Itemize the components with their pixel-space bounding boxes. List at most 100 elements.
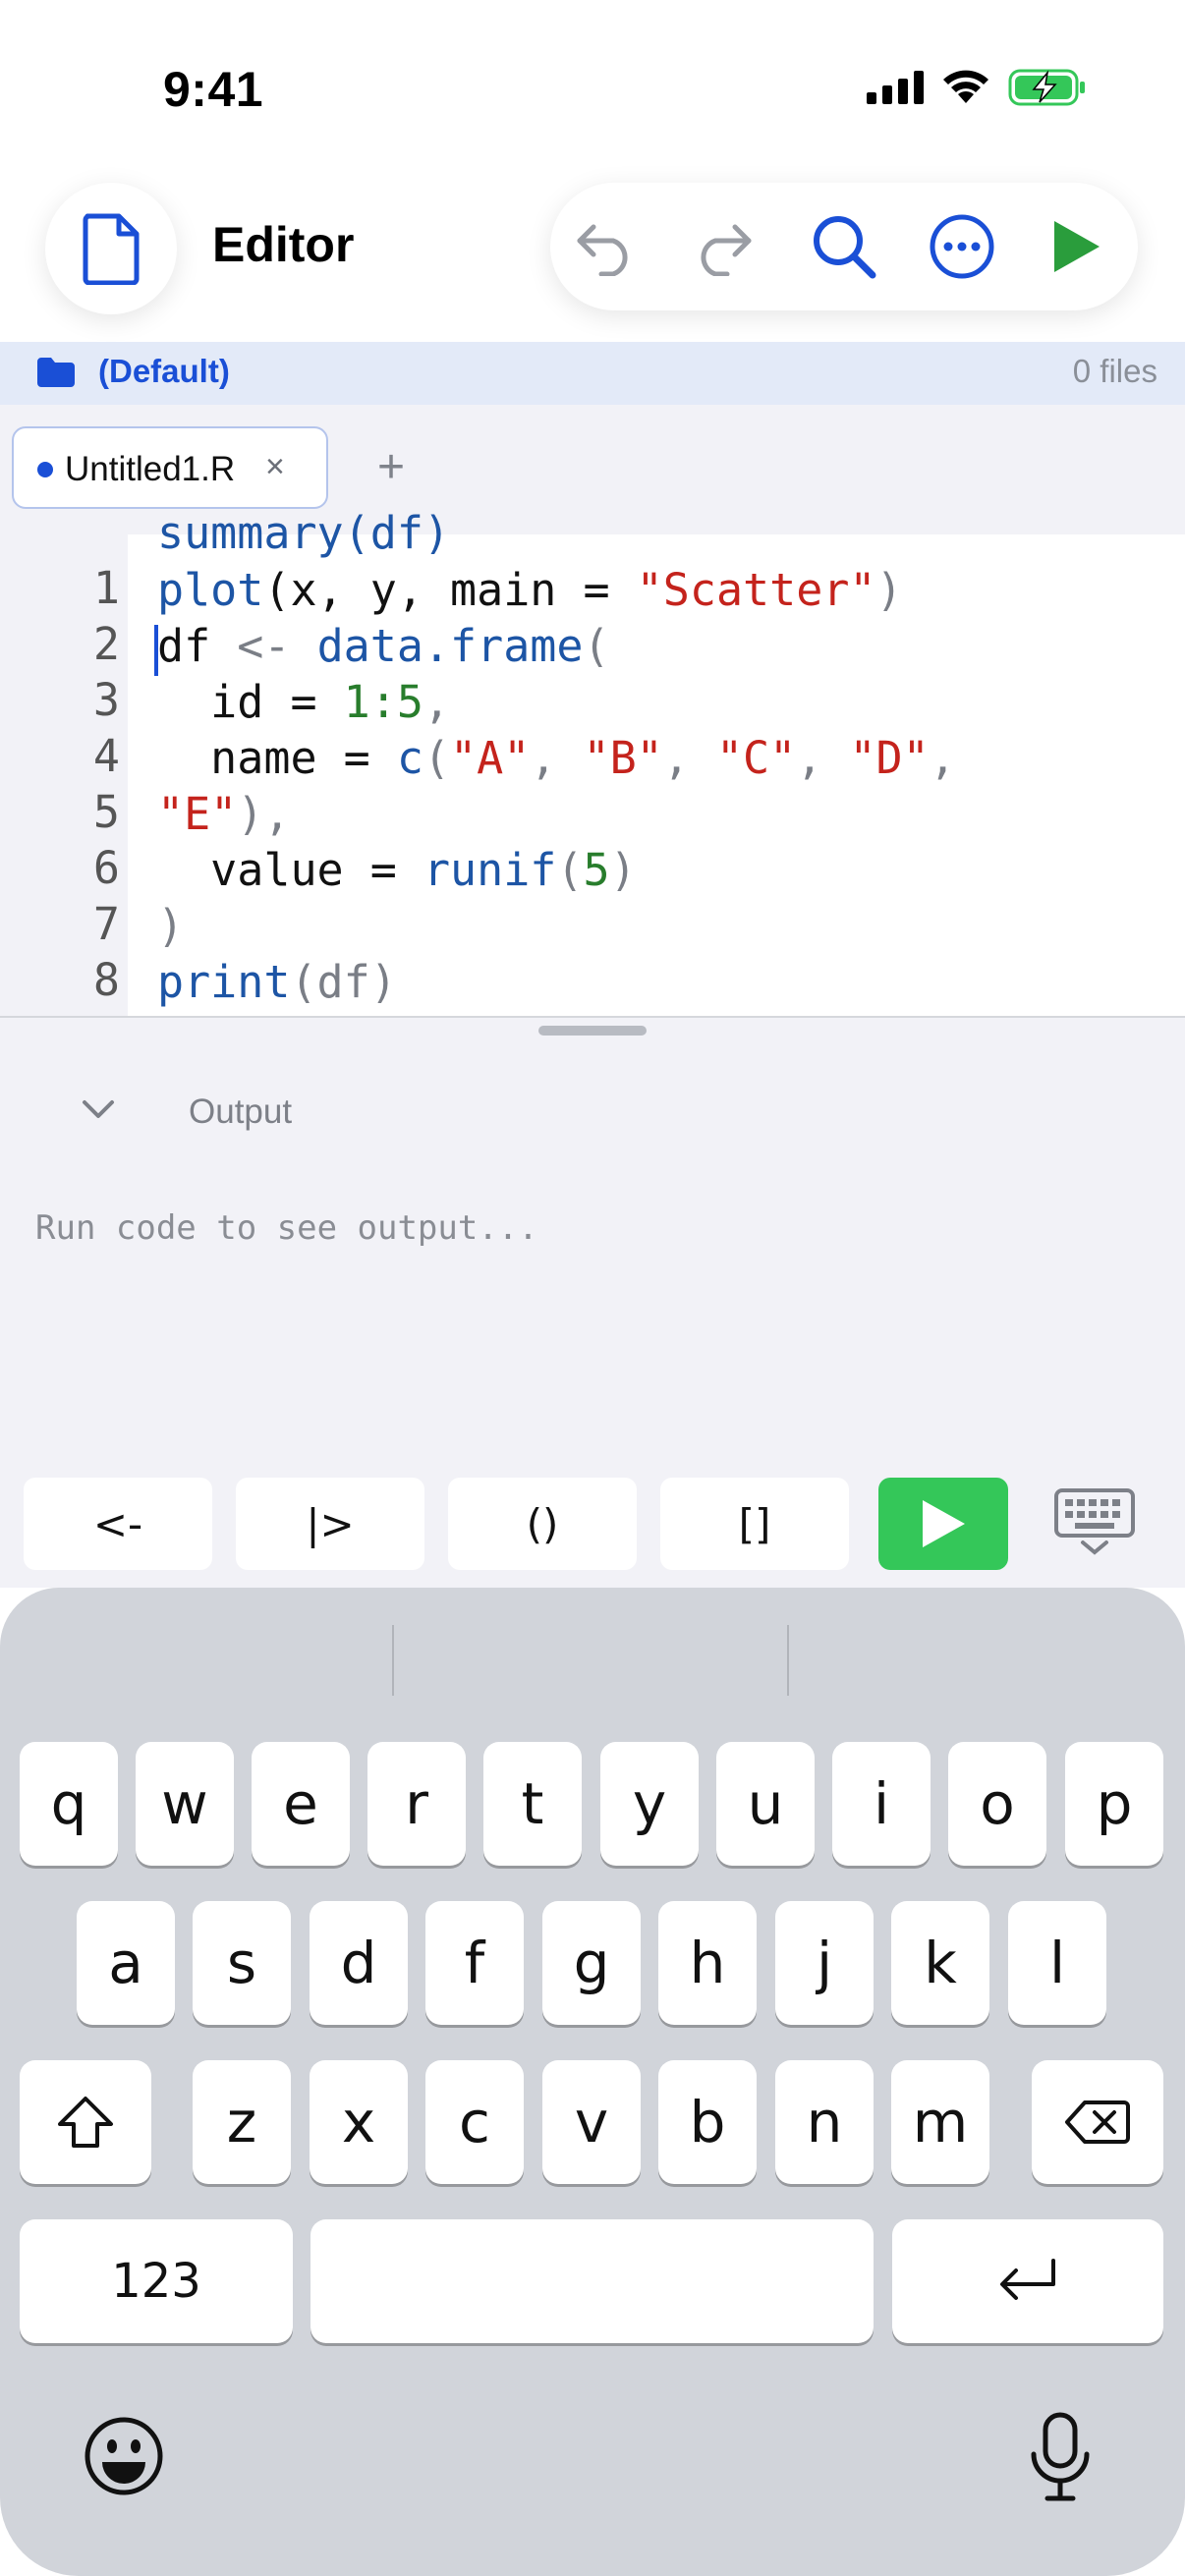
key-u[interactable]: u <box>716 1742 815 1866</box>
wifi-icon <box>943 70 988 103</box>
key-b[interactable]: b <box>658 2060 757 2184</box>
token: (x, y, main = <box>263 564 637 616</box>
text-cursor <box>154 625 158 676</box>
token: (df) <box>290 956 397 1008</box>
key-e[interactable]: e <box>252 1742 350 1866</box>
space-key[interactable] <box>310 2219 874 2343</box>
key-l[interactable]: l <box>1008 1901 1106 2025</box>
run-button[interactable] <box>1032 202 1120 291</box>
assign-operator-button[interactable]: <- <box>24 1478 212 1570</box>
return-icon <box>1000 2259 1055 2300</box>
parentheses-button[interactable]: () <box>448 1478 637 1570</box>
token: ), <box>237 788 291 840</box>
line-number: 2 <box>92 618 120 670</box>
document-button[interactable] <box>45 183 177 314</box>
token: , <box>662 732 716 784</box>
token: , <box>929 732 956 784</box>
token: : <box>369 676 397 728</box>
unsaved-dot <box>37 462 53 477</box>
microphone-icon[interactable] <box>1028 2411 1093 2503</box>
project-name[interactable]: (Default) <box>98 353 230 390</box>
token: ( <box>423 732 451 784</box>
shift-key[interactable] <box>20 2060 151 2184</box>
line-number: 5 <box>92 786 120 838</box>
key-m[interactable]: m <box>891 2060 989 2184</box>
key-p[interactable]: p <box>1065 1742 1163 1866</box>
code-line-7: ) <box>157 898 184 954</box>
delete-icon <box>1065 2100 1130 2144</box>
key-t[interactable]: t <box>483 1742 582 1866</box>
key-r[interactable]: r <box>367 1742 466 1866</box>
token: "C" <box>715 732 797 784</box>
line-number: 7 <box>92 898 120 950</box>
shift-icon <box>58 2097 113 2148</box>
key-d[interactable]: d <box>310 1901 408 2025</box>
key-j[interactable]: j <box>775 1901 874 2025</box>
keyboard-dismiss-icon[interactable] <box>1053 1487 1136 1556</box>
token: ) <box>875 564 903 616</box>
token: runif <box>423 844 557 896</box>
line-number: 8 <box>92 954 120 1006</box>
token: 5 <box>396 676 423 728</box>
token: "A" <box>450 732 531 784</box>
key-k[interactable]: k <box>891 1901 989 2025</box>
redo-icon <box>701 224 752 276</box>
line-number: 4 <box>92 730 120 782</box>
resize-handle[interactable] <box>538 1026 647 1036</box>
numbers-key[interactable]: 123 <box>20 2219 293 2343</box>
key-g[interactable]: g <box>542 1901 641 2025</box>
battery-charging-icon <box>1008 69 1085 106</box>
token: 1 <box>343 676 370 728</box>
token: plot <box>157 564 264 616</box>
emoji-icon[interactable] <box>83 2415 165 2497</box>
undo-button[interactable] <box>562 202 650 291</box>
key-h[interactable]: h <box>658 1901 757 2025</box>
run-line-button[interactable] <box>878 1478 1008 1570</box>
brackets-button[interactable]: [] <box>660 1478 849 1570</box>
token: ) <box>609 844 637 896</box>
key-z[interactable]: z <box>193 2060 291 2184</box>
key-v[interactable]: v <box>542 2060 641 2184</box>
play-icon <box>1054 221 1100 272</box>
signal-icon <box>867 71 924 104</box>
redo-button[interactable] <box>678 202 766 291</box>
more-button[interactable] <box>918 202 1006 291</box>
search-button[interactable] <box>800 202 888 291</box>
token: , <box>423 676 451 728</box>
token: name = <box>157 732 397 784</box>
token: <- <box>210 620 317 672</box>
code-line-1: plot(x, y, main = "Scatter") <box>157 562 903 618</box>
return-key[interactable] <box>892 2219 1163 2343</box>
code-line-3: id = 1:5, <box>157 674 450 730</box>
add-tab-button[interactable]: + <box>377 440 405 494</box>
key-s[interactable]: s <box>193 1901 291 2025</box>
key-w[interactable]: w <box>136 1742 234 1866</box>
key-f[interactable]: f <box>425 1901 524 2025</box>
undo-icon <box>577 224 628 276</box>
key-n[interactable]: n <box>775 2060 874 2184</box>
key-c[interactable]: c <box>425 2060 524 2184</box>
code-line-2: df <- data.frame( <box>157 618 610 674</box>
token: df <box>157 620 211 672</box>
token: data.frame <box>316 620 584 672</box>
code-line-5: "E"), <box>157 786 290 842</box>
token: 5 <box>583 844 610 896</box>
key-y[interactable]: y <box>600 1742 699 1866</box>
more-icon <box>930 214 994 279</box>
key-i[interactable]: i <box>832 1742 931 1866</box>
output-title: Output <box>189 1092 293 1131</box>
output-placeholder: Run code to see output... <box>35 1208 538 1248</box>
key-a[interactable]: a <box>77 1901 175 2025</box>
token: "D" <box>849 732 930 784</box>
key-x[interactable]: x <box>310 2060 408 2184</box>
key-q[interactable]: q <box>20 1742 118 1866</box>
token: value = <box>157 844 423 896</box>
chevron-down-icon[interactable] <box>81 1098 116 1122</box>
code-line-8: print(df) <box>157 954 397 1010</box>
delete-key[interactable] <box>1032 2060 1163 2184</box>
token: c <box>396 732 423 784</box>
token: "E" <box>157 788 238 840</box>
key-o[interactable]: o <box>948 1742 1046 1866</box>
tab-close-button[interactable]: × <box>265 448 285 486</box>
pipe-operator-button[interactable]: |> <box>236 1478 424 1570</box>
